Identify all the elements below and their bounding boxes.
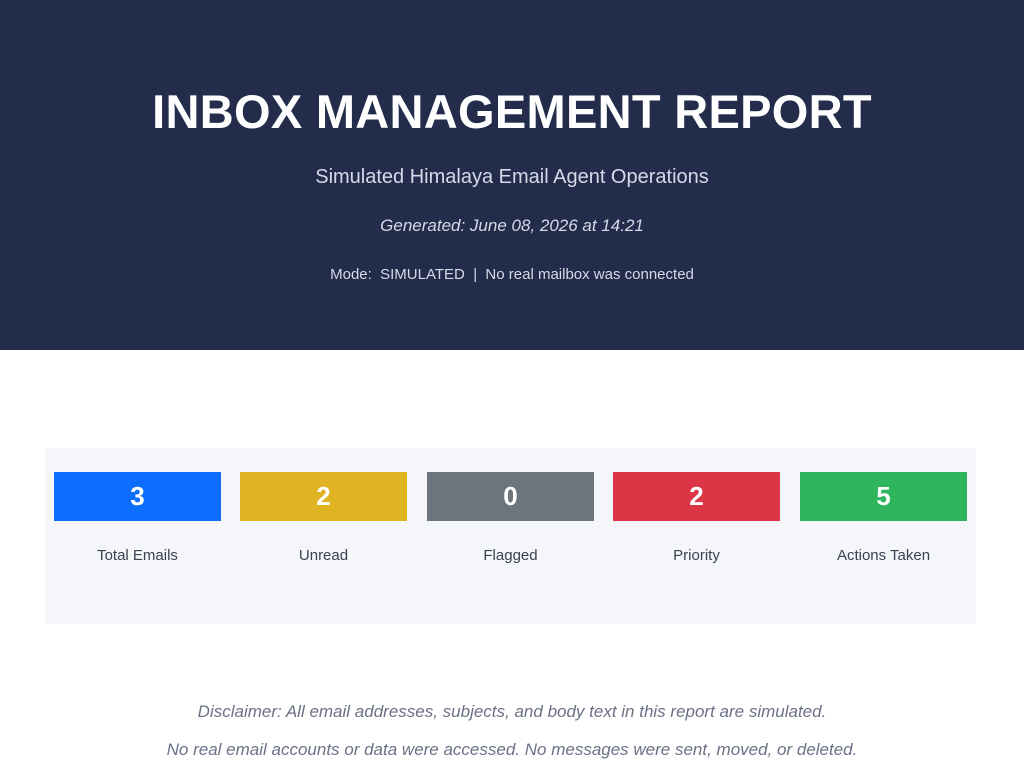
stat-priority: 2 Priority <box>613 472 780 565</box>
stat-total-emails-value: 3 <box>54 472 221 521</box>
disclaimer-line-2: No real email accounts or data were acce… <box>166 740 858 759</box>
mode-line: Mode: SIMULATED | No real mailbox was co… <box>330 266 694 283</box>
stat-unread-value: 2 <box>240 472 407 521</box>
stat-total-emails: 3 Total Emails <box>54 472 221 565</box>
stat-priority-value: 2 <box>613 472 780 521</box>
report-subtitle: Simulated Himalaya Email Agent Operation… <box>315 166 709 188</box>
report-header: INBOX MANAGEMENT REPORT Simulated Himala… <box>0 0 1024 350</box>
stat-actions-taken: 5 Actions Taken <box>800 472 967 565</box>
stat-flagged-value: 0 <box>427 472 594 521</box>
stat-flagged: 0 Flagged <box>427 472 594 565</box>
stat-actions-taken-label: Actions Taken <box>836 547 931 564</box>
generated-timestamp: Generated: June 08, 2026 at 14:21 <box>380 216 644 235</box>
stat-unread-label: Unread <box>298 547 349 564</box>
stats-panel: 3 Total Emails 2 Unread 0 Flagged 2 Prio… <box>45 448 976 624</box>
disclaimer-line-1: Disclaimer: All email addresses, subject… <box>197 702 827 721</box>
stat-priority-label: Priority <box>673 547 720 564</box>
stat-total-emails-label: Total Emails <box>97 547 178 564</box>
stat-flagged-label: Flagged <box>483 547 538 564</box>
stat-unread: 2 Unread <box>240 472 407 565</box>
report-title: INBOX MANAGEMENT REPORT <box>152 85 872 138</box>
stat-actions-taken-value: 5 <box>800 472 967 521</box>
